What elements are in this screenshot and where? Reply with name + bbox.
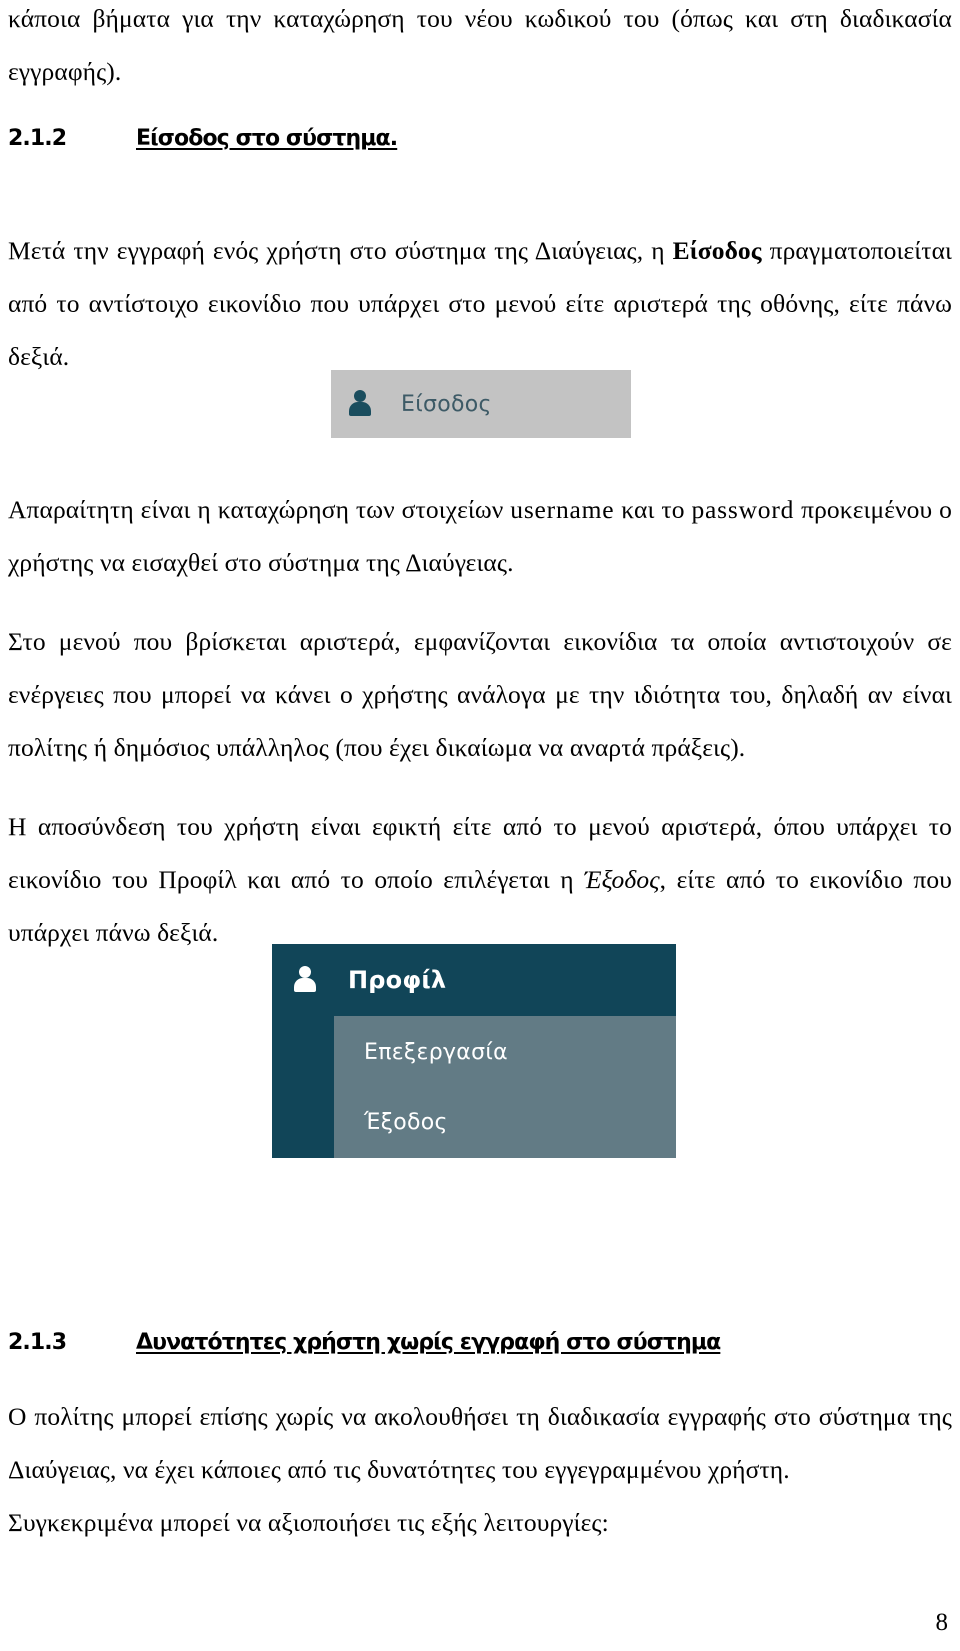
user-icon-body [349,402,371,416]
profile-menu-header[interactable]: Προφίλ [272,944,676,1016]
user-icon-body [294,978,316,992]
screenshot-login-button[interactable]: Είσοδος [331,370,631,438]
paragraph-credentials: Απαραίτητη είναι η καταχώρηση των στοιχε… [8,483,952,589]
paragraph-intro-continued: κάποια βήματα για την καταχώρηση του νέο… [8,4,952,86]
user-icon-head [299,966,311,978]
heading-2-1-2-number: 2.1.2 [8,126,67,151]
paragraph-guest-capabilities: Ο πολίτης μπορεί επίσης χωρίς να ακολουθ… [8,1402,952,1484]
paragraph-login-intro: Μετά την εγγραφή ενός χρήστη στο σύστημα… [8,224,952,383]
credentials-text-a: Απαραίτητη είναι η καταχώρηση των στοιχε… [8,495,511,524]
user-icon [292,965,318,995]
login-intro-text-a: Μετά την εγγραφή ενός χρήστη στο σύστημα… [8,236,673,265]
screenshot-profile-menu[interactable]: Προφίλ Επεξεργασία Έξοδος [272,944,676,1158]
heading-2-1-2-title: Είσοδος στο σύστημα. [136,126,398,151]
paragraph-logout: Η αποσύνδεση του χρήστη είναι εφικτή είτ… [8,800,952,959]
login-intro-bold-eisodos: Είσοδος [672,236,762,265]
heading-2-1-3-title: Δυνατότητες χρήστη χωρίς εγγραφή στο σύσ… [136,1330,721,1355]
user-icon [347,389,373,419]
profile-menu-title: Προφίλ [348,966,447,994]
login-button-label: Είσοδος [401,391,492,417]
heading-2-1-3-number: 2.1.3 [8,1330,67,1355]
credentials-text-b: και το [614,495,692,524]
paragraph-guest-functions-intro: Συγκεκριμένα μπορεί να αξιοποιήσει τις ε… [8,1508,609,1537]
profile-submenu: Επεξεργασία Έξοδος [334,1016,676,1158]
user-icon-head [354,390,366,402]
profile-submenu-item-logout[interactable]: Έξοδος [364,1110,448,1135]
page-number: 8 [935,1609,949,1636]
profile-submenu-item-edit[interactable]: Επεξεργασία [364,1040,508,1065]
logout-italic-exodos: Έξοδος [584,865,660,894]
paragraph-menu-icons: Στο μενού που βρίσκεται αριστερά, εμφανί… [8,627,952,762]
credentials-password-term: password [691,495,795,524]
document-page: κάποια βήματα για την καταχώρηση του νέο… [0,0,960,1651]
credentials-username-term: username [510,495,615,524]
heading-2-1-2: 2.1.2 Είσοδος στο σύστημα. [8,126,398,151]
heading-2-1-3: 2.1.3 Δυνατότητες χρήστη χωρίς εγγραφή στ… [8,1330,721,1355]
